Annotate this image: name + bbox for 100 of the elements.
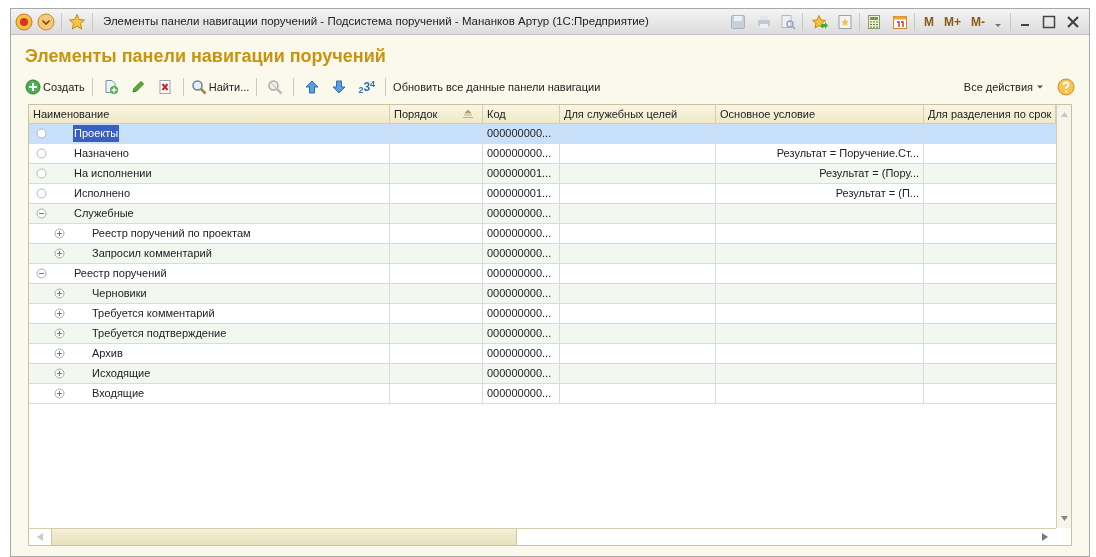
page-heading: Элементы панели навигации поручений xyxy=(24,45,387,68)
row-name: Служебные xyxy=(73,206,135,222)
expand-icon[interactable] xyxy=(54,368,65,379)
circle-icon[interactable] xyxy=(36,148,47,159)
row-name: Запросил комментарий xyxy=(91,246,213,262)
down-arrow-icon[interactable] xyxy=(331,79,348,95)
menu-icon[interactable] xyxy=(37,12,55,31)
horizontal-scrollbar[interactable] xyxy=(29,528,1056,545)
row-name: Черновики xyxy=(91,286,148,302)
expand-icon[interactable] xyxy=(54,348,65,359)
code-cell-text: 000000000... xyxy=(487,226,552,242)
column-header[interactable]: Для разделения по срок xyxy=(928,105,1052,123)
memory-button[interactable]: M xyxy=(921,12,937,31)
column-header[interactable]: Наименование xyxy=(33,105,110,123)
row-name: Исходящие xyxy=(91,366,152,382)
expand-icon[interactable] xyxy=(54,228,65,239)
table-row[interactable]: Архив 000000000... xyxy=(29,344,1057,364)
table-row[interactable]: Проекты 000000000... xyxy=(29,124,1057,144)
circle-icon[interactable] xyxy=(36,168,47,179)
refresh-button[interactable]: Обновить все данные панели навигации xyxy=(393,78,601,96)
code-cell-text: 000000000... xyxy=(487,286,552,302)
row-name: Назначено xyxy=(73,146,130,162)
sort-icon[interactable] xyxy=(462,109,474,119)
code-cell-text: 000000000... xyxy=(487,206,552,222)
favorites-star-icon[interactable] xyxy=(68,12,86,31)
code-cell-text: 000000000... xyxy=(487,266,552,282)
maximize-icon[interactable] xyxy=(1041,13,1057,30)
memory-button[interactable]: M+ xyxy=(941,12,964,31)
window-title: Элементы панели навигации поручений - Подсистема поручений - Мананков Артур (1С:Предприятие) xyxy=(103,13,649,29)
calendar-icon[interactable] xyxy=(892,13,908,30)
circle-icon[interactable] xyxy=(36,188,47,199)
table-row[interactable]: Реестр поручений 000000000... xyxy=(29,264,1057,284)
bookmark-icon[interactable] xyxy=(837,13,853,30)
collapse-icon[interactable] xyxy=(36,268,47,279)
row-name: Архив xyxy=(91,346,124,362)
expand-icon[interactable] xyxy=(54,248,65,259)
search-icon xyxy=(190,79,207,95)
cancel-search-icon[interactable] xyxy=(267,79,284,95)
numbering-button[interactable]: $_{2}$3$^{4}$ xyxy=(358,78,376,96)
table-row[interactable]: Черновики 000000000... xyxy=(29,284,1057,304)
table-row[interactable]: Назначено 000000000... Результат = Поручение.Ст... xyxy=(29,144,1057,164)
caret-icon xyxy=(1036,83,1044,91)
find-button[interactable]: Найти... xyxy=(190,78,250,96)
column-header[interactable]: Основное условие xyxy=(720,105,816,123)
expand-icon[interactable] xyxy=(54,308,65,319)
table-row[interactable]: Исполнено 000000001... Результат = (П... xyxy=(29,184,1057,204)
row-name: Реестр поручений xyxy=(73,266,168,282)
table-row[interactable]: Требуется комментарий 000000000... xyxy=(29,304,1057,324)
scroll-thumb[interactable] xyxy=(51,529,517,545)
pencil-icon[interactable] xyxy=(129,79,146,95)
all-actions-button[interactable]: Все действия xyxy=(963,78,1044,96)
code-cell-text: 000000000... xyxy=(487,386,552,402)
table-row[interactable]: Запросил комментарий 000000000... xyxy=(29,244,1057,264)
up-arrow-icon[interactable] xyxy=(304,79,321,95)
row-name: Входящие xyxy=(91,386,146,402)
table-row[interactable]: Требуется подтверждение 000000000... xyxy=(29,324,1057,344)
vertical-scrollbar[interactable] xyxy=(1056,105,1071,528)
help-icon[interactable] xyxy=(1057,78,1075,96)
expand-icon[interactable] xyxy=(54,288,65,299)
app-logo-icon[interactable] xyxy=(15,12,33,31)
row-name: Исполнено xyxy=(73,186,132,202)
column-header[interactable]: Код xyxy=(487,105,506,123)
code-cell-text: 000000000... xyxy=(487,126,552,142)
condition-cell-text: Результат = Поручение.Ст... xyxy=(776,146,919,162)
preview-icon[interactable] xyxy=(780,13,796,30)
expand-icon[interactable] xyxy=(54,388,65,399)
expand-icon[interactable] xyxy=(54,328,65,339)
table-row[interactable]: На исполнении 000000001... Результат = (Пору... xyxy=(29,164,1057,184)
table-row[interactable]: Исходящие 000000000... xyxy=(29,364,1057,384)
condition-cell-text: Результат = (Пору... xyxy=(819,166,919,182)
row-name: На исполнении xyxy=(73,166,153,182)
memory-button[interactable]: M- xyxy=(968,12,988,31)
table-row[interactable]: Служебные 000000000... xyxy=(29,204,1057,224)
create-button[interactable]: Создать xyxy=(25,78,85,96)
delete-icon[interactable] xyxy=(156,79,173,95)
close-icon[interactable] xyxy=(1065,13,1081,30)
code-cell-text: 000000000... xyxy=(487,306,552,322)
row-name: Реестр поручений по проектам xyxy=(91,226,252,242)
row-name: Требуется комментарий xyxy=(91,306,216,322)
circle-icon[interactable] xyxy=(36,128,47,139)
save-icon[interactable] xyxy=(730,13,746,30)
calculator-icon[interactable] xyxy=(866,13,882,30)
add-favorite-icon[interactable] xyxy=(811,13,829,30)
collapse-icon[interactable] xyxy=(36,208,47,219)
code-cell-text: 000000000... xyxy=(487,326,552,342)
code-cell-text: 000000001... xyxy=(487,186,552,202)
code-cell-text: 000000000... xyxy=(487,246,552,262)
condition-cell-text: Результат = (П... xyxy=(835,186,919,202)
code-cell-text: 000000001... xyxy=(487,166,552,182)
row-name: Проекты xyxy=(73,125,120,142)
table-row[interactable]: Входящие 000000000... xyxy=(29,384,1057,404)
copy-add-icon[interactable] xyxy=(102,79,119,95)
table-row[interactable]: Реестр поручений по проектам 000000000... xyxy=(29,224,1057,244)
code-cell-text: 000000000... xyxy=(487,146,552,162)
row-name: Требуется подтверждение xyxy=(91,326,228,342)
column-header[interactable]: Для служебных целей xyxy=(564,105,678,123)
code-cell-text: 000000000... xyxy=(487,366,552,382)
column-header[interactable]: Порядок xyxy=(394,105,438,123)
add-icon xyxy=(25,79,41,95)
code-cell-text: 000000000... xyxy=(487,346,552,362)
